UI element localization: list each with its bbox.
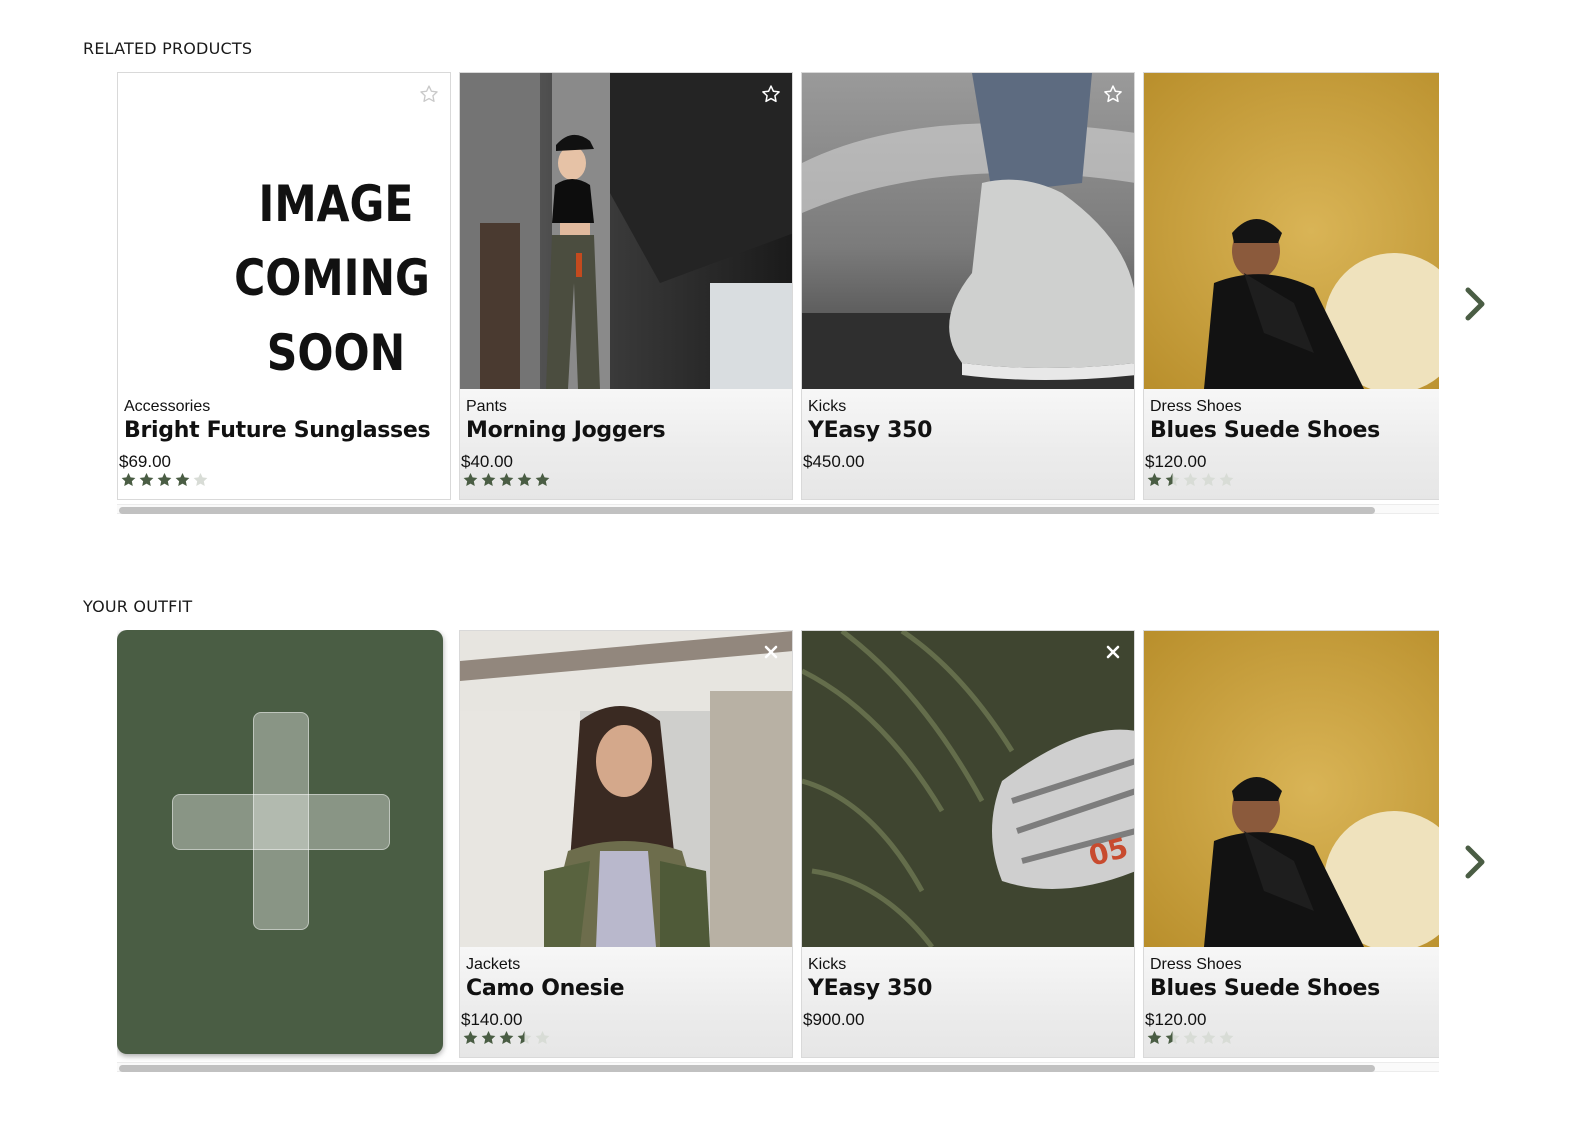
star-filled-icon: [481, 1031, 496, 1044]
product-image: 05: [802, 631, 1134, 947]
chevron-right-icon[interactable]: [1460, 842, 1490, 882]
star-empty-icon: [1201, 1031, 1216, 1044]
scrollbar-thumb[interactable]: [119, 507, 1375, 514]
product-price: $120.00: [1145, 452, 1207, 471]
star-filled-icon: [1147, 473, 1162, 486]
product-info: Accessories Bright Future Sunglasses $69…: [118, 389, 450, 499]
product-category: Accessories: [124, 398, 211, 415]
product-name[interactable]: YEasy 350: [808, 418, 932, 443]
star-filled-icon: [463, 1031, 478, 1044]
star-filled-icon: [499, 1031, 514, 1044]
star-filled-icon: [121, 473, 136, 486]
close-icon[interactable]: [1102, 641, 1124, 663]
product-price: $120.00: [1145, 1010, 1207, 1029]
star-outline-icon[interactable]: [760, 83, 782, 105]
star-empty-icon: [1201, 473, 1216, 486]
product-name[interactable]: YEasy 350: [808, 976, 932, 1001]
star-filled-icon: [157, 473, 172, 486]
placeholder-line-1: IMAGE: [259, 175, 414, 233]
outfit-card[interactable]: Jackets Camo Onesie $140.00: [459, 630, 793, 1058]
star-rating: [462, 472, 551, 488]
product-card[interactable]: IMAGE COMING SOON Accessories Bright Fut…: [117, 72, 451, 500]
star-outline-icon[interactable]: [1102, 83, 1124, 105]
related-products-title: RELATED PRODUCTS: [83, 39, 253, 58]
star-filled-icon: [175, 473, 190, 486]
product-info: Jackets Camo Onesie $140.00: [460, 947, 792, 1057]
horizontal-scrollbar[interactable]: [117, 1062, 1439, 1072]
star-empty-icon: [1219, 473, 1234, 486]
outfit-card[interactable]: 05 Kicks YEasy 350 $900.00: [801, 630, 1135, 1058]
product-category: Dress Shoes: [1150, 956, 1242, 973]
product-name[interactable]: Blues Suede Shoes: [1150, 976, 1380, 1001]
star-filled-icon: [463, 473, 478, 486]
star-empty-icon: [1219, 1031, 1234, 1044]
product-info: Dress Shoes Blues Suede Shoes $120.00: [1144, 947, 1439, 1057]
product-image: IMAGE COMING SOON: [118, 73, 450, 389]
plus-icon: [172, 794, 390, 850]
product-price: $40.00: [461, 452, 513, 471]
product-info: Kicks YEasy 350 $450.00: [802, 389, 1134, 499]
product-name[interactable]: Morning Joggers: [466, 418, 666, 443]
your-outfit-carousel[interactable]: Jackets Camo Onesie $140.00 05 Kicks YEa…: [117, 630, 1439, 1074]
product-category: Jackets: [466, 956, 521, 973]
star-empty-icon: [193, 473, 208, 486]
placeholder-line-2: COMING: [234, 249, 430, 307]
product-image: [460, 631, 792, 947]
outfit-card[interactable]: Dress Shoes Blues Suede Shoes $120.00: [1143, 630, 1439, 1058]
star-rating: [462, 1030, 551, 1046]
product-category: Kicks: [808, 956, 847, 973]
product-image: [1144, 73, 1439, 389]
product-card[interactable]: Kicks YEasy 350 $450.00: [801, 72, 1135, 500]
star-filled-icon: [499, 473, 514, 486]
star-empty-icon: [1183, 1031, 1198, 1044]
product-price: $900.00: [803, 1010, 865, 1029]
placeholder-line-3: SOON: [267, 324, 405, 382]
your-outfit-title: YOUR OUTFIT: [83, 597, 193, 616]
close-icon[interactable]: [760, 641, 782, 663]
product-price: $140.00: [461, 1010, 523, 1029]
product-info: Dress Shoes Blues Suede Shoes $120.00: [1144, 389, 1439, 499]
product-card[interactable]: Dress Shoes Blues Suede Shoes $120.00: [1143, 72, 1439, 500]
star-half-icon: [517, 1031, 532, 1044]
scrollbar-thumb[interactable]: [119, 1065, 1375, 1072]
product-image: [460, 73, 792, 389]
product-name[interactable]: Bright Future Sunglasses: [124, 418, 431, 443]
star-half-icon: [1165, 473, 1180, 486]
product-price: $450.00: [803, 452, 865, 471]
star-half-icon: [1165, 1031, 1180, 1044]
product-name[interactable]: Blues Suede Shoes: [1150, 418, 1380, 443]
product-info: Kicks YEasy 350 $900.00: [802, 947, 1134, 1057]
product-info: Pants Morning Joggers $40.00: [460, 389, 792, 499]
star-filled-icon: [517, 473, 532, 486]
star-filled-icon: [535, 473, 550, 486]
star-filled-icon: [481, 473, 496, 486]
product-card[interactable]: Pants Morning Joggers $40.00: [459, 72, 793, 500]
product-category: Pants: [466, 398, 507, 415]
star-rating: [120, 472, 209, 488]
star-empty-icon: [535, 1031, 550, 1044]
star-empty-icon: [1183, 473, 1198, 486]
chevron-right-icon[interactable]: [1460, 284, 1490, 324]
product-name[interactable]: Camo Onesie: [466, 976, 625, 1001]
star-rating: [1146, 472, 1235, 488]
star-filled-icon: [139, 473, 154, 486]
product-image: [1144, 631, 1439, 947]
related-products-carousel[interactable]: IMAGE COMING SOON Accessories Bright Fut…: [117, 72, 1439, 516]
horizontal-scrollbar[interactable]: [117, 504, 1439, 514]
star-outline-icon[interactable]: [418, 83, 440, 105]
add-to-outfit-button[interactable]: [117, 630, 443, 1054]
product-category: Kicks: [808, 398, 847, 415]
product-price: $69.00: [119, 452, 171, 471]
product-image: [802, 73, 1134, 389]
star-rating: [1146, 1030, 1235, 1046]
product-category: Dress Shoes: [1150, 398, 1242, 415]
star-filled-icon: [1147, 1031, 1162, 1044]
